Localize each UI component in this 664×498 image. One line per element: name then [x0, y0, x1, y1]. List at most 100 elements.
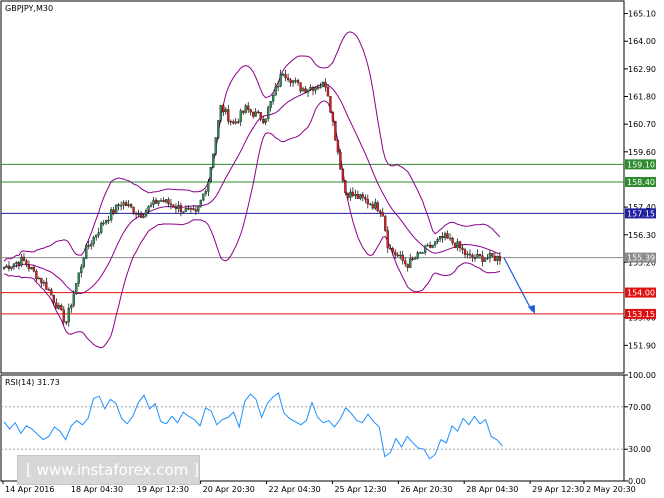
- candle-body: [2, 267, 6, 269]
- candle-body: [471, 254, 474, 258]
- candle-body: [473, 257, 477, 259]
- level-tag-label: 154.00: [627, 289, 655, 298]
- candle-body: [60, 305, 63, 310]
- candle-body: [22, 256, 26, 261]
- main-price-panel: [0, 0, 625, 374]
- candle-body: [102, 222, 105, 225]
- candle-body: [267, 107, 270, 119]
- candle-body: [301, 88, 305, 92]
- candle-body: [40, 277, 43, 284]
- price-tick-label: 159.60: [628, 148, 656, 157]
- time-tick-label: 19 Apr 12:30: [137, 485, 189, 494]
- candle-body: [406, 263, 409, 268]
- candle-body: [57, 305, 60, 309]
- candle-body: [229, 121, 232, 123]
- candle-body: [254, 111, 257, 117]
- candle-body: [252, 111, 255, 117]
- candle-body: [441, 236, 444, 239]
- candle-body: [296, 80, 300, 83]
- candle-body: [164, 199, 168, 203]
- watermark-banner[interactable]: [ www.instaforex.com ]: [17, 455, 200, 485]
- candle-body: [259, 112, 262, 120]
- candle-body: [304, 88, 307, 93]
- candle-body: [346, 192, 350, 198]
- candle-body: [172, 204, 175, 208]
- candle-body: [162, 200, 165, 203]
- candle-body: [286, 77, 290, 81]
- candle-body: [334, 121, 337, 141]
- candle-body: [433, 241, 437, 246]
- candle-body: [326, 87, 330, 97]
- candle-body: [85, 245, 88, 259]
- time-tick-label: 26 Apr 20:30: [400, 485, 452, 494]
- candle-body: [289, 79, 292, 83]
- candle-body: [319, 86, 322, 89]
- candle-body: [409, 258, 412, 268]
- chart-canvas: GBPJPY,M30 RSI(14) 31.73 165.10 164.00 162…: [0, 0, 656, 494]
- candle-body: [269, 101, 272, 108]
- rsi-tick-label: 70.00: [628, 403, 651, 412]
- candle-body: [438, 236, 442, 240]
- candle-body: [446, 233, 449, 239]
- candle-body: [27, 264, 31, 269]
- candle-body: [90, 243, 93, 247]
- candle-body: [142, 215, 145, 218]
- time-tick-label: 2 May 20:30: [586, 485, 636, 494]
- price-tick-label: 162.90: [628, 65, 656, 74]
- candle-body: [204, 191, 208, 194]
- candle-body: [366, 199, 369, 205]
- candle-body: [227, 109, 230, 122]
- candle-body: [177, 205, 180, 209]
- candle-body: [491, 253, 494, 257]
- candle-body: [361, 194, 364, 198]
- candle-body: [428, 244, 432, 248]
- candle-body: [247, 105, 250, 110]
- candle-body: [65, 321, 68, 324]
- candle-body: [234, 121, 237, 124]
- candle-body: [458, 241, 462, 249]
- candle-body: [77, 272, 80, 284]
- candle-body: [144, 210, 148, 217]
- candle-body: [423, 245, 427, 253]
- candle-body: [192, 208, 195, 210]
- candle-body: [421, 252, 424, 254]
- candle-body: [202, 193, 205, 201]
- candle-body: [194, 209, 198, 212]
- candle-body: [374, 202, 377, 209]
- candle-body: [321, 81, 325, 88]
- candle-body: [137, 213, 140, 216]
- candle-body: [75, 283, 78, 295]
- candle-body: [12, 263, 16, 267]
- candle-body: [436, 238, 439, 242]
- candle-body: [184, 207, 188, 212]
- price-tick-label: 164.00: [628, 37, 656, 46]
- candle-body: [396, 254, 399, 257]
- candle-body: [329, 96, 332, 113]
- candle-body: [483, 258, 487, 262]
- candle-body: [117, 204, 120, 206]
- candle-body: [451, 237, 454, 244]
- candle-body: [339, 151, 342, 170]
- level-tag-label: 159.10: [627, 160, 655, 169]
- candle-body: [466, 253, 469, 256]
- candle-body: [299, 82, 302, 92]
- candle-body: [371, 204, 374, 209]
- candle-body: [157, 200, 160, 204]
- candle-body: [52, 294, 55, 303]
- candle-body: [219, 105, 222, 121]
- candle-body: [242, 110, 245, 113]
- candle-body: [416, 252, 419, 259]
- time-tick-label: 18 Apr 04:30: [71, 485, 123, 494]
- candle-body: [279, 74, 282, 87]
- candle-body: [119, 204, 123, 207]
- candle-body: [431, 244, 434, 248]
- candle-body: [114, 204, 118, 214]
- candle-body: [212, 153, 215, 168]
- candle-body: [232, 121, 235, 124]
- time-tick-label: 25 Apr 12:30: [334, 485, 386, 494]
- candle-body: [139, 213, 143, 218]
- level-tag-label: 157.15: [627, 209, 655, 218]
- candle-body: [364, 197, 367, 200]
- candle-body: [134, 213, 138, 215]
- candle-body: [359, 194, 362, 199]
